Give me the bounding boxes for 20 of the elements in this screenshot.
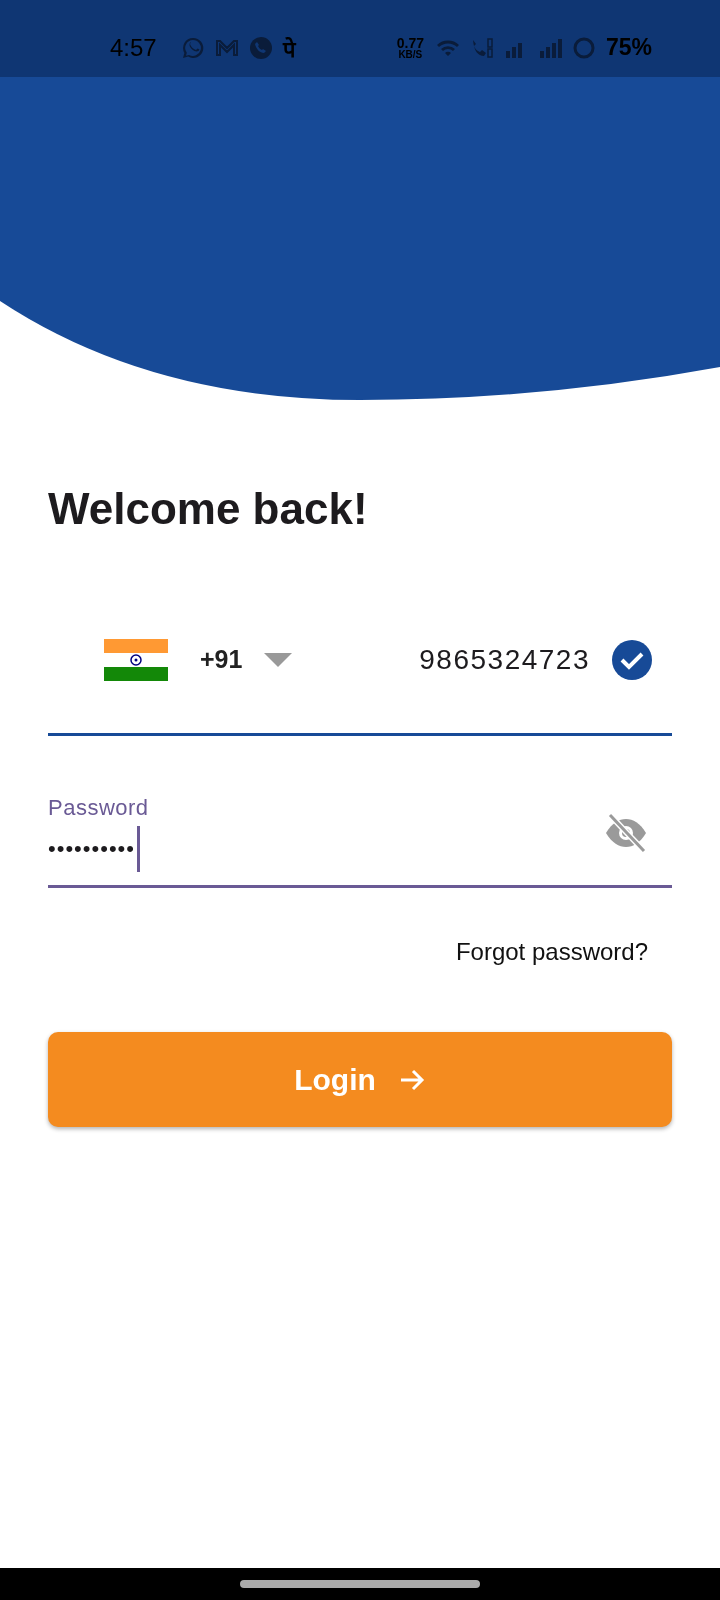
field-label: Password bbox=[48, 795, 149, 821]
phone-badge-icon bbox=[248, 35, 273, 60]
clock: 4:57 bbox=[110, 33, 157, 62]
app-glyph-icon: पे bbox=[282, 32, 296, 63]
battery-ring-icon bbox=[571, 35, 596, 60]
flag-icon bbox=[104, 638, 168, 681]
forgot-password-link[interactable]: Forgot password? bbox=[455, 938, 648, 966]
text-cursor bbox=[137, 826, 141, 872]
password-field[interactable]: Password •••••••••• bbox=[48, 776, 672, 888]
welcome-title: Welcome back! bbox=[48, 484, 369, 535]
caret-icon[interactable] bbox=[264, 652, 293, 667]
phone-field[interactable]: +91 9865324723 bbox=[48, 616, 672, 736]
country-code[interactable]: +91 bbox=[200, 645, 243, 674]
battery-percent: 75% bbox=[605, 34, 652, 61]
network-speed: 0.77 KB/S bbox=[396, 35, 424, 60]
password-value: •••••••••• bbox=[48, 836, 136, 862]
phone-number: 9865324723 bbox=[419, 643, 590, 676]
home-handle[interactable] bbox=[240, 1580, 480, 1588]
eye-off-icon[interactable] bbox=[604, 811, 648, 855]
chat-icon bbox=[180, 35, 205, 60]
